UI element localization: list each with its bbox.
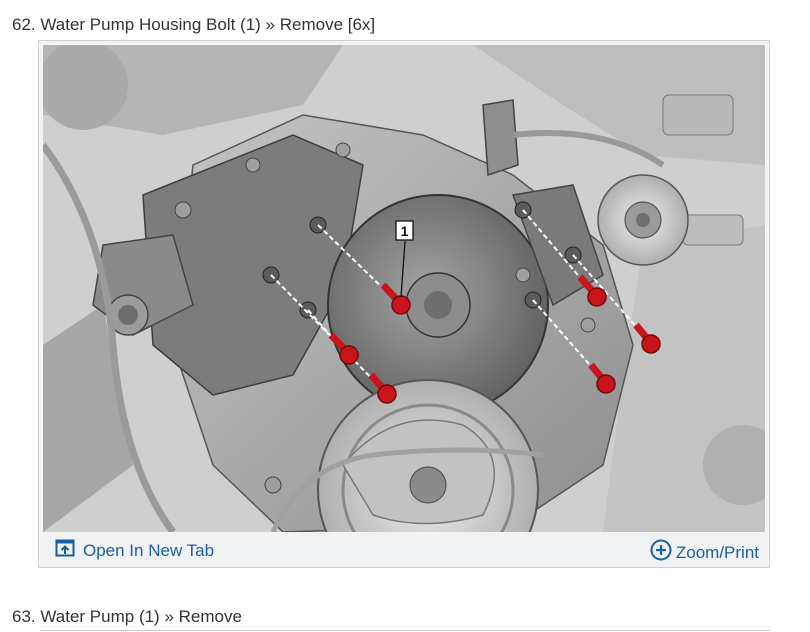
open-in-new-tab-icon bbox=[55, 539, 75, 562]
figure-card: 1 Open In New Tab Zoom/Print bbox=[38, 40, 770, 568]
open-in-new-tab-label: Open In New Tab bbox=[83, 540, 215, 560]
open-in-new-tab-link[interactable]: Open In New Tab bbox=[55, 539, 214, 562]
figure-toolbar: Open In New Tab Zoom/Print bbox=[43, 533, 765, 565]
step-text: Water Pump Housing Bolt (1) » Remove [6x… bbox=[40, 15, 376, 34]
zoom-print-link[interactable]: Zoom/Print bbox=[650, 539, 759, 566]
step-63-title: 63. Water Pump (1) » Remove bbox=[12, 607, 242, 627]
step-number: 62. bbox=[12, 15, 36, 34]
step-text: Water Pump (1) » Remove bbox=[40, 607, 242, 626]
engine-illustration[interactable]: 1 bbox=[43, 45, 765, 532]
zoom-print-label: Zoom/Print bbox=[675, 542, 759, 562]
divider bbox=[40, 630, 770, 631]
step-62-title: 62. Water Pump Housing Bolt (1) » Remove… bbox=[12, 15, 375, 35]
step-number: 63. bbox=[12, 607, 36, 626]
callout-label: 1 bbox=[401, 223, 409, 239]
zoom-plus-icon bbox=[650, 539, 672, 566]
